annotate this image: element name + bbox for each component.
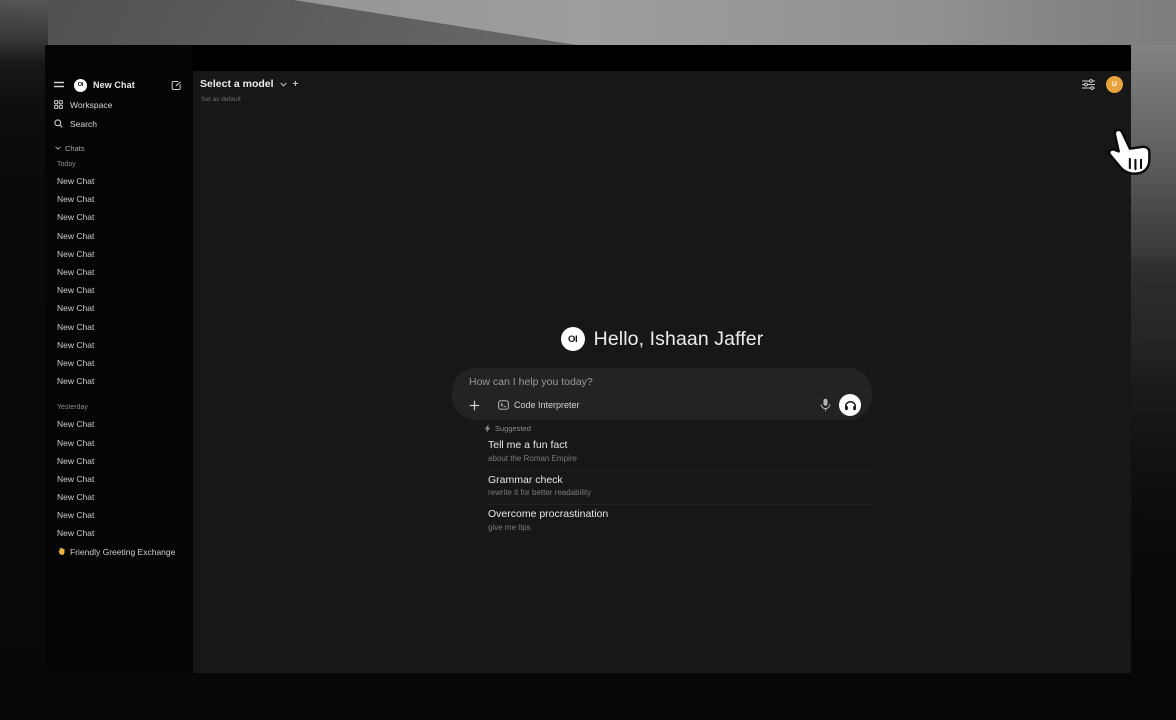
main-area: Select a model + Set as default IJ OI He…: [193, 71, 1131, 673]
suggestion-title: Tell me a fun fact: [488, 439, 872, 451]
chat-list-item[interactable]: New Chat: [45, 208, 193, 226]
attach-plus-icon[interactable]: [466, 397, 482, 413]
user-avatar[interactable]: IJ: [1106, 76, 1123, 93]
chat-list-item[interactable]: New Chat: [45, 318, 193, 336]
bolt-icon: [484, 424, 491, 433]
chat-date-label: Today: [45, 156, 193, 172]
wave-hand-icon: [57, 547, 66, 556]
code-interpreter-toggle[interactable]: Code Interpreter: [492, 396, 586, 414]
model-selector[interactable]: Select a model: [200, 78, 274, 90]
sidebar: OI New Chat Workspace: [45, 45, 193, 673]
greeting-row: OI Hello, Ishaan Jaffer: [452, 327, 872, 351]
wallpaper-left-corner-shade: [0, 0, 48, 45]
microphone-icon[interactable]: [818, 397, 832, 412]
app-logo: OI: [74, 79, 87, 92]
suggested-label: Suggested: [495, 424, 531, 433]
message-input-card: Code Interpreter: [452, 368, 872, 420]
message-input[interactable]: [469, 376, 855, 394]
wallpaper-right: [1131, 45, 1176, 720]
wallpaper-left: [0, 45, 45, 720]
chat-list-item[interactable]: New Chat: [45, 415, 193, 433]
chat-list-item[interactable]: New Chat: [45, 354, 193, 372]
chevron-down-icon: [55, 146, 61, 150]
model-chevron-down-icon[interactable]: [280, 82, 287, 87]
window-top-bar: [45, 45, 1131, 71]
new-chat-icon[interactable]: [171, 80, 182, 91]
chat-list-item[interactable]: New Chat: [45, 488, 193, 506]
search-label: Search: [70, 119, 97, 129]
chats-label: Chats: [65, 144, 85, 153]
chat-date-label: Yesterday: [45, 399, 193, 415]
code-interpreter-label: Code Interpreter: [514, 400, 580, 410]
chat-list-item[interactable]: New Chat: [45, 245, 193, 263]
set-default-label: Set as default: [201, 96, 241, 103]
sidebar-toggle-icon[interactable]: [54, 81, 64, 89]
chat-list-item[interactable]: New Chat: [45, 372, 193, 390]
chat-list-item[interactable]: New Chat: [45, 470, 193, 488]
sidebar-header: OI New Chat: [45, 75, 193, 95]
suggestions-list: Tell me a fun fact about the Roman Empir…: [488, 436, 872, 539]
wallpaper-bottom: [45, 673, 1131, 720]
chat-list-item[interactable]: New Chat: [45, 336, 193, 354]
chat-list-item[interactable]: New Chat: [45, 190, 193, 208]
chats-section-toggle[interactable]: Chats: [45, 140, 193, 156]
suggestion-subtitle: about the Roman Empire: [488, 454, 872, 463]
sidebar-item-pinned-chat[interactable]: Friendly Greeting Exchange: [45, 543, 193, 561]
chat-list-item[interactable]: New Chat: [45, 227, 193, 245]
chat-list-item[interactable]: New Chat: [45, 299, 193, 317]
search-icon: [54, 119, 63, 128]
suggestion-item[interactable]: Grammar check rewrite it for better read…: [488, 471, 872, 506]
voice-call-button[interactable]: [839, 394, 861, 416]
suggestion-title: Overcome procrastination: [488, 508, 872, 520]
chat-list: TodayNew ChatNew ChatNew ChatNew ChatNew…: [45, 156, 193, 543]
wallpaper-diagonal-shape: [0, 0, 1176, 45]
chat-list-item[interactable]: New Chat: [45, 433, 193, 451]
app-window: OI New Chat Workspace: [45, 45, 1131, 673]
sidebar-item-workspace[interactable]: Workspace: [45, 95, 193, 114]
app-logo-large: OI: [561, 327, 585, 351]
workspace-label: Workspace: [70, 100, 112, 110]
suggestion-subtitle: rewrite it for better readability: [488, 488, 872, 497]
chat-list-item[interactable]: New Chat: [45, 172, 193, 190]
add-model-icon[interactable]: +: [293, 79, 299, 90]
sidebar-item-search[interactable]: Search: [45, 114, 193, 133]
sidebar-title: New Chat: [93, 80, 135, 90]
suggested-header: Suggested: [484, 424, 531, 433]
suggestion-item[interactable]: Overcome procrastination give me tips: [488, 505, 872, 539]
suggestion-title: Grammar check: [488, 474, 872, 486]
pinned-chat-label: Friendly Greeting Exchange: [70, 547, 175, 557]
controls-sliders-icon[interactable]: [1082, 79, 1095, 90]
headphones-icon: [844, 399, 857, 411]
chat-list-item[interactable]: New Chat: [45, 281, 193, 299]
wallpaper-top: [0, 0, 1176, 45]
terminal-icon: [498, 400, 509, 410]
greeting-text: Hello, Ishaan Jaffer: [594, 328, 764, 351]
chat-list-item[interactable]: New Chat: [45, 263, 193, 281]
chat-list-item[interactable]: New Chat: [45, 452, 193, 470]
suggestion-item[interactable]: Tell me a fun fact about the Roman Empir…: [488, 436, 872, 471]
chat-list-item[interactable]: New Chat: [45, 506, 193, 524]
grid-icon: [54, 100, 63, 109]
suggestion-subtitle: give me tips: [488, 523, 872, 532]
chat-list-item[interactable]: New Chat: [45, 524, 193, 542]
